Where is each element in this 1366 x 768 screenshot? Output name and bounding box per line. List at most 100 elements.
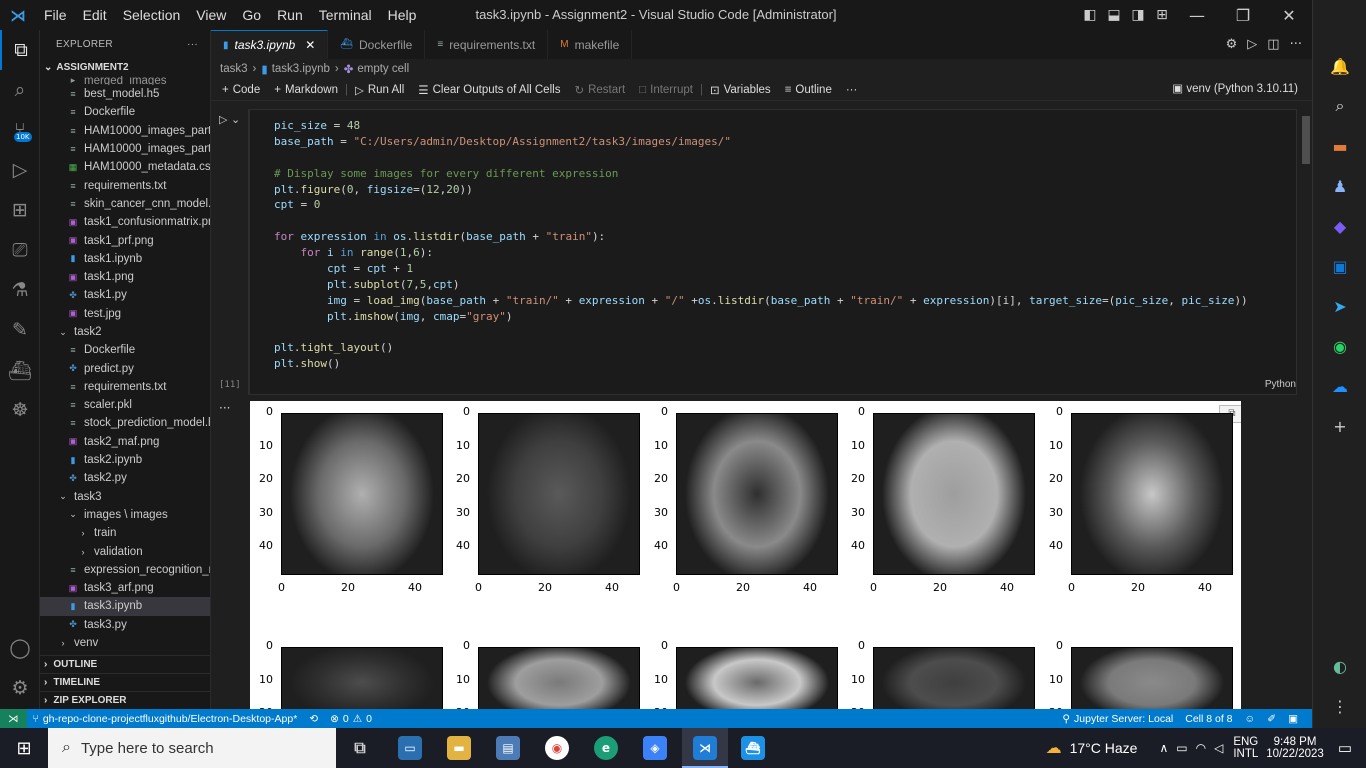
- add-icon[interactable]: +: [1313, 406, 1366, 446]
- explorer-item[interactable]: ▣ task1_confusionmatrix.png: [40, 213, 210, 231]
- extensions-icon[interactable]: ⊞: [0, 190, 40, 230]
- battery-icon[interactable]: ▭: [1176, 741, 1187, 755]
- language-indicator[interactable]: ENG INTL: [1233, 736, 1258, 760]
- explorer-item[interactable]: › train: [40, 524, 210, 542]
- python-icon[interactable]: ✎: [0, 310, 40, 350]
- minimize-button[interactable]: —: [1174, 6, 1220, 25]
- explorer-item[interactable]: ≡ stock_prediction_model.h5: [40, 414, 210, 432]
- explorer-item[interactable]: ⌄ task2: [40, 323, 210, 341]
- run-debug-icon[interactable]: ▷: [0, 150, 40, 190]
- timeline-section[interactable]: › TIMELINE: [40, 673, 210, 691]
- explorer-item[interactable]: ≡ expression_recognition_m...: [40, 561, 210, 579]
- clock[interactable]: 9:48 PM 10/22/2023: [1266, 736, 1324, 760]
- cell-position[interactable]: Cell 8 of 8: [1179, 713, 1238, 725]
- explorer-item[interactable]: ✤ task2.py: [40, 469, 210, 487]
- explorer-item[interactable]: ≡ best_model.h5: [40, 85, 210, 103]
- restart-button[interactable]: ↻ Restart: [567, 83, 632, 97]
- remote-indicator[interactable]: ⋊: [0, 709, 27, 728]
- send-icon[interactable]: ➤: [1313, 286, 1366, 326]
- onedrive-icon[interactable]: ☁: [1313, 366, 1366, 406]
- close-icon[interactable]: ✕: [305, 38, 315, 52]
- add-code-button[interactable]: + Code: [215, 84, 267, 96]
- menu-item-file[interactable]: File: [36, 7, 75, 23]
- outlook-icon[interactable]: ▣: [1313, 246, 1366, 286]
- explorer-item[interactable]: ▮ task2.ipynb: [40, 451, 210, 469]
- outline-button[interactable]: ≡ Outline: [778, 84, 839, 96]
- windows-start-icon[interactable]: ⊞: [0, 728, 48, 768]
- run-cell-icon[interactable]: ▷ ⌄: [219, 113, 240, 126]
- explorer-item[interactable]: ▮ task1.ipynb: [40, 250, 210, 268]
- menu-item-run[interactable]: Run: [269, 7, 311, 23]
- workspace-section[interactable]: ⌄ ASSIGNMENT2: [40, 58, 210, 76]
- explorer-item[interactable]: ▣ test.jpg: [40, 305, 210, 323]
- toggle-secondary-sidebar-icon[interactable]: ◨: [1126, 7, 1150, 23]
- toggle-panel-icon[interactable]: ⬓: [1102, 7, 1126, 23]
- outline-section[interactable]: › OUTLINE: [40, 655, 210, 673]
- jupyter-server-item[interactable]: ⚲ Jupyter Server: Local: [1056, 713, 1179, 725]
- more-toolbar-icon[interactable]: ···: [839, 84, 865, 96]
- split-editor-icon[interactable]: ◫: [1267, 37, 1279, 52]
- toolbox-icon[interactable]: ▬: [1313, 126, 1366, 166]
- code-cell[interactable]: pic_size = 48 base_path = "C:/Users/admin…: [248, 109, 1297, 395]
- source-control-icon[interactable]: ⑂ 10K: [0, 110, 40, 150]
- task-view-icon[interactable]: ⧉: [348, 736, 372, 760]
- copilot-icon[interactable]: ◆: [1313, 206, 1366, 246]
- kernel-picker[interactable]: ▣ venv (Python 3.10.11): [1172, 81, 1298, 95]
- variables-button[interactable]: ⊡ Variables: [703, 83, 778, 97]
- explorer-item[interactable]: ▸ merged_images: [40, 76, 210, 85]
- more-icon[interactable]: ···: [1290, 37, 1302, 52]
- editor-scrollbar[interactable]: [1302, 116, 1310, 164]
- remote-explorer-icon[interactable]: ⎚: [0, 230, 40, 270]
- notifications-icon[interactable]: ▣: [1282, 713, 1304, 725]
- taskbar-search-input[interactable]: ⌕ Type here to search: [48, 728, 336, 768]
- explorer-item[interactable]: ≡ Dockerfile: [40, 103, 210, 121]
- toggle-primary-sidebar-icon[interactable]: ◧: [1078, 7, 1102, 23]
- file-explorer-icon[interactable]: ▬: [447, 736, 471, 760]
- explorer-item[interactable]: ✤ task3.py: [40, 616, 210, 634]
- explorer-item[interactable]: ▣ task1_prf.png: [40, 231, 210, 249]
- copilot-icon[interactable]: ☺: [1239, 713, 1262, 725]
- add-markdown-button[interactable]: + Markdown: [267, 84, 345, 96]
- explorer-item[interactable]: › venv: [40, 634, 210, 652]
- zip-explorer-section[interactable]: › ZIP EXPLORER: [40, 691, 210, 709]
- wifi-icon[interactable]: ◠: [1196, 741, 1206, 755]
- feedback-icon[interactable]: ✐: [1261, 713, 1282, 725]
- edge-icon[interactable]: e: [594, 736, 618, 760]
- people-icon[interactable]: ♟: [1313, 166, 1366, 206]
- app-icon[interactable]: ▤: [496, 736, 520, 760]
- chevron-up-icon[interactable]: ∧: [1159, 741, 1168, 755]
- explorer-item[interactable]: ▣ task1.png: [40, 268, 210, 286]
- more-icon[interactable]: ⋮: [1313, 686, 1366, 726]
- explorer-item[interactable]: ✤ predict.py: [40, 359, 210, 377]
- run-icon[interactable]: ▷: [1247, 37, 1257, 52]
- explorer-item[interactable]: › validation: [40, 542, 210, 560]
- docker-icon[interactable]: ⛴: [741, 736, 765, 760]
- docker-icon[interactable]: ⛴: [0, 350, 40, 390]
- menu-item-terminal[interactable]: Terminal: [311, 7, 380, 23]
- menu-item-help[interactable]: Help: [380, 7, 425, 23]
- explorer-item[interactable]: ≡ requirements.txt: [40, 176, 210, 194]
- menu-item-go[interactable]: Go: [234, 7, 269, 23]
- run-all-button[interactable]: ▷ Run All: [348, 83, 411, 97]
- menu-item-view[interactable]: View: [188, 7, 234, 23]
- explorer-item[interactable]: ▣ task2_maf.png: [40, 433, 210, 451]
- volume-icon[interactable]: ◁: [1214, 741, 1223, 755]
- code-editor[interactable]: pic_size = 48 base_path = "C:/Users/admin…: [274, 118, 1248, 372]
- explorer-item[interactable]: ▣ task3_arf.png: [40, 579, 210, 597]
- cell-language[interactable]: Python: [1265, 379, 1296, 390]
- explorer-item[interactable]: ≡ HAM10000_images_part_...: [40, 122, 210, 140]
- explorer-item[interactable]: ≡ Dockerfile: [40, 341, 210, 359]
- explorer-item[interactable]: ▮ task3.ipynb: [40, 597, 210, 616]
- gear-icon[interactable]: ⚙: [1226, 37, 1238, 52]
- app2-icon[interactable]: ◈: [643, 736, 667, 760]
- output-more-icon[interactable]: ···: [219, 401, 230, 415]
- vscode-taskbar-button[interactable]: ⋊: [682, 728, 728, 768]
- explorer-item[interactable]: ⌄ images \ images: [40, 506, 210, 524]
- search-icon[interactable]: ⌕: [1313, 86, 1366, 126]
- breadcrumb-file[interactable]: task3.ipynb: [272, 63, 330, 75]
- desktop-app-icon[interactable]: ▭: [398, 736, 422, 760]
- menu-item-selection[interactable]: Selection: [115, 7, 189, 23]
- customize-layout-icon[interactable]: ⊞: [1150, 7, 1174, 23]
- sync-icon[interactable]: ⟲: [303, 713, 324, 725]
- clear-outputs-button[interactable]: ☰ Clear Outputs of All Cells: [411, 83, 567, 97]
